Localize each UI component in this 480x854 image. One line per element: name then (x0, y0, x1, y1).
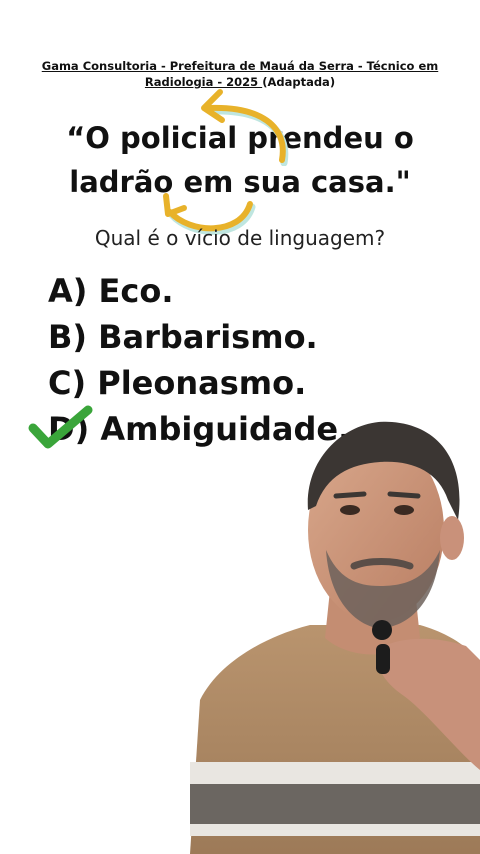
option-text: Barbarismo. (98, 318, 318, 356)
option-text: Eco. (98, 272, 174, 310)
option-letter: C) (48, 364, 87, 402)
option-b: B) Barbarismo. (48, 314, 350, 360)
check-icon (28, 405, 93, 449)
curved-arrow-icon (201, 89, 289, 166)
question-text: Qual é o vício de linguagem? (94, 226, 386, 250)
option-letter: B) (48, 318, 88, 356)
option-text: Pleonasmo. (97, 364, 307, 402)
presenter-photo (190, 421, 480, 854)
source-line-1: Gama Consultoria - Prefeitura de Mauá da… (41, 59, 439, 73)
option-a: A) Eco. (48, 268, 350, 314)
option-letter: A) (48, 272, 88, 310)
option-c: C) Pleonasmo. (48, 360, 350, 406)
